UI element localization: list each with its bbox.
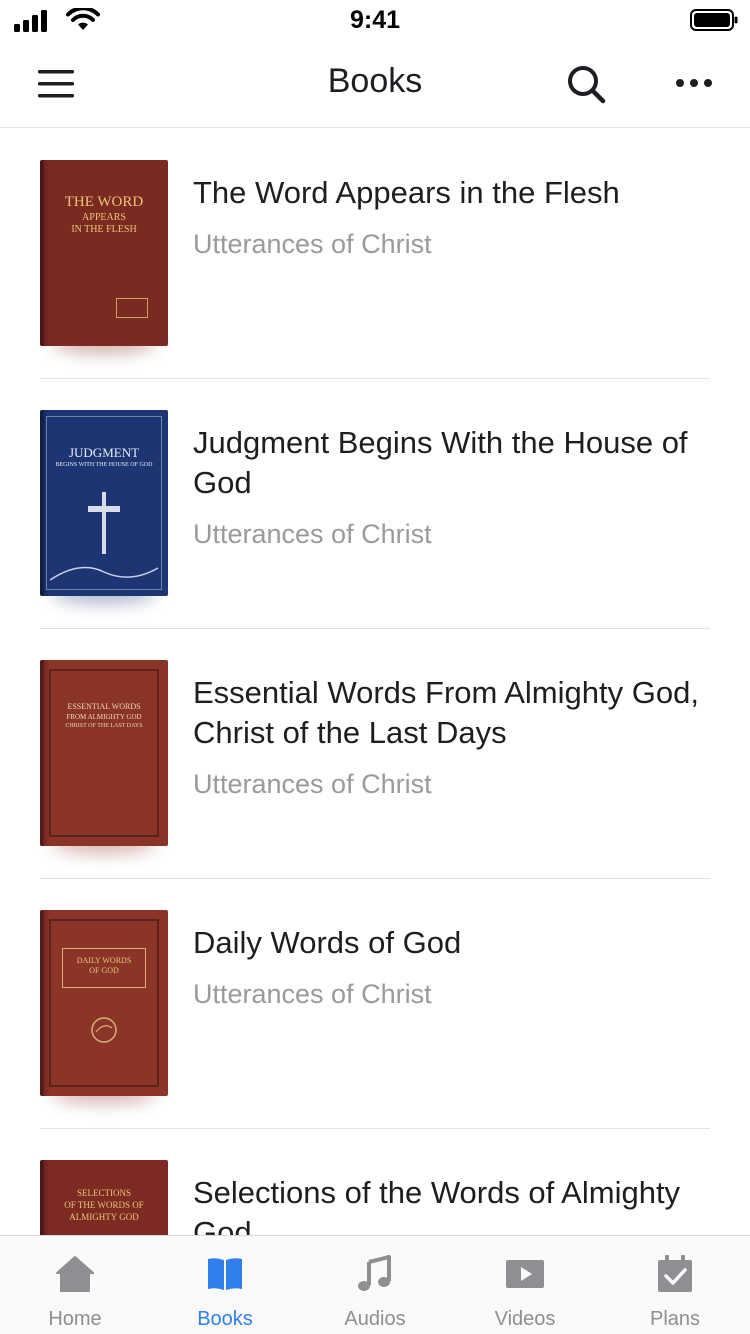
book-title[interactable]: Daily Words of God (193, 923, 700, 963)
navigation-bar: Books (0, 40, 750, 128)
tab-audios[interactable]: Audios (300, 1236, 450, 1334)
status-bar: 9:41 (0, 0, 750, 40)
sword-icon (49, 492, 159, 581)
cover-text-line: FROM ALMIGHTY GOD (66, 713, 142, 721)
book-title[interactable]: Essential Words From Almighty God, Chris… (193, 673, 700, 753)
status-time: 9:41 (349, 6, 401, 34)
book-info: Selections of the Words of Almighty God (193, 1173, 700, 1235)
emblem-icon (91, 1017, 117, 1043)
book-list[interactable]: THE WORD APPEARS IN THE FLESH The Word A… (0, 129, 750, 1235)
book-info: The Word Appears in the Flesh Utterances… (193, 173, 700, 261)
book-info: Judgment Begins With the House of God Ut… (193, 423, 700, 551)
cover-border (49, 669, 159, 837)
page-title: Books (327, 62, 423, 100)
tab-books[interactable]: Books (150, 1236, 300, 1334)
book-item[interactable]: THE WORD APPEARS IN THE FLESH The Word A… (0, 129, 750, 379)
cover-text-line: OF THE WORDS OF (64, 1200, 144, 1210)
book-title[interactable]: Judgment Begins With the House of God (193, 423, 700, 503)
book-item[interactable]: SELECTIONS OF THE WORDS OF ALMIGHTY GOD … (0, 1129, 750, 1235)
book-item[interactable]: JUDGMENT BEGINS WITH THE HOUSE OF GOD Ju… (0, 379, 750, 629)
tab-label: Audios (344, 1308, 406, 1330)
home-icon (56, 1256, 94, 1292)
play-icon (506, 1260, 544, 1288)
search-icon[interactable] (564, 62, 608, 106)
book-subtitle: Utterances of Christ (193, 519, 432, 549)
book-title[interactable]: Selections of the Words of Almighty God (193, 1173, 700, 1235)
book-item[interactable]: DAILY WORDS OF GOD Daily Words of God Ut… (0, 879, 750, 1129)
book-title[interactable]: The Word Appears in the Flesh (193, 173, 700, 213)
book-cover[interactable]: THE WORD APPEARS IN THE FLESH (40, 160, 168, 346)
cover-text-line: SELECTIONS (77, 1188, 131, 1198)
book-cover[interactable]: ESSENTIAL WORDS FROM ALMIGHTY GOD CHRIST… (40, 660, 168, 846)
cover-spine (40, 160, 44, 346)
book-info: Daily Words of God Utterances of Christ (193, 923, 700, 1011)
cover-spine (40, 660, 44, 846)
book-icon (208, 1258, 242, 1290)
book-subtitle: Utterances of Christ (193, 979, 432, 1009)
book-subtitle: Utterances of Christ (193, 769, 432, 799)
cover-text-line: APPEARS (82, 212, 126, 223)
tab-videos[interactable]: Videos (450, 1236, 600, 1334)
book-cover[interactable]: JUDGMENT BEGINS WITH THE HOUSE OF GOD (40, 410, 168, 596)
tab-home[interactable]: Home (0, 1236, 150, 1334)
tab-plans[interactable]: Plans (600, 1236, 750, 1334)
cover-text-line: ESSENTIAL WORDS (67, 702, 141, 711)
book-cover[interactable]: SELECTIONS OF THE WORDS OF ALMIGHTY GOD (40, 1160, 168, 1235)
tab-label: Plans (649, 1308, 701, 1330)
cover-text-line: THE WORD (64, 194, 144, 210)
tab-bar: Home Books Audios Videos Plans (0, 1235, 750, 1334)
battery-icon (690, 9, 738, 31)
cover-text-line: ALMIGHTY GOD (69, 1212, 139, 1222)
book-subtitle: Utterances of Christ (193, 229, 432, 259)
tab-label: Home (48, 1308, 102, 1330)
cover-spine (40, 1160, 44, 1235)
tab-label: Videos (494, 1308, 556, 1330)
music-note-icon (358, 1255, 391, 1291)
calendar-check-icon (658, 1255, 692, 1292)
cover-emblem (116, 298, 148, 318)
ellipsis-icon[interactable] (670, 68, 718, 98)
cover-text-line: IN THE FLESH (71, 224, 137, 235)
book-item[interactable]: ESSENTIAL WORDS FROM ALMIGHTY GOD CHRIST… (0, 629, 750, 879)
cover-text-line: CHRIST OF THE LAST DAYS (65, 723, 143, 729)
tab-label: Books (197, 1308, 253, 1330)
book-info: Essential Words From Almighty God, Chris… (193, 673, 700, 801)
book-cover[interactable]: DAILY WORDS OF GOD (40, 910, 168, 1096)
